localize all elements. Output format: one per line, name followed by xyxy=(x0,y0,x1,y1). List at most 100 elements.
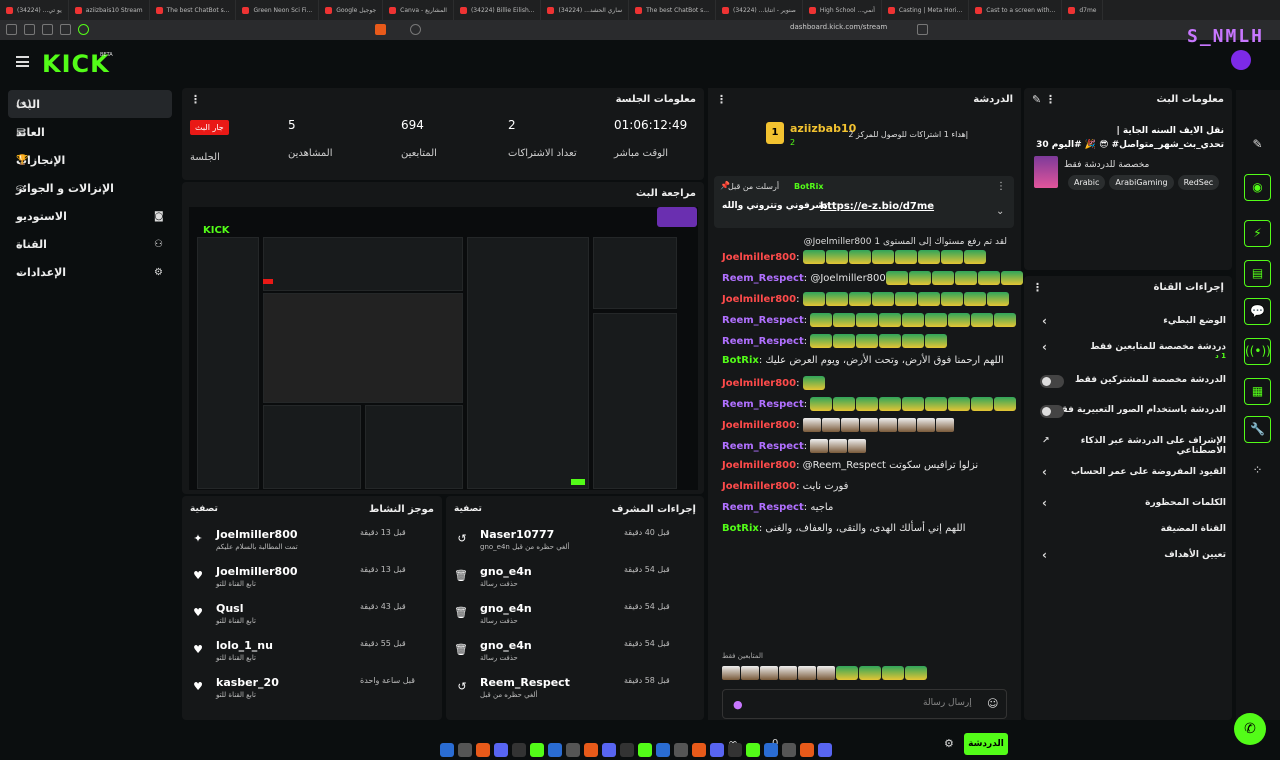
stream-tag[interactable]: Arabic xyxy=(1068,175,1106,190)
chat-message[interactable]: Reem_Respect: @Joelmiller800 xyxy=(722,271,1024,285)
taskbar-app-icon[interactable] xyxy=(692,742,706,757)
search-icon[interactable] xyxy=(410,24,421,35)
bolt-icon[interactable]: ⚡ xyxy=(1244,220,1271,247)
chat-username[interactable]: Reem_Respect xyxy=(722,441,804,452)
taskbar-app-icon[interactable] xyxy=(476,742,490,757)
taskbar-app-icon[interactable] xyxy=(584,742,598,757)
browser-tab[interactable]: Green Neon Sci Fi... xyxy=(236,0,320,20)
chat-username[interactable]: Reem_Respect xyxy=(722,273,804,284)
taskbar-app-icon[interactable] xyxy=(512,742,526,757)
browser-tab[interactable]: aziizbais10 Stream xyxy=(69,0,150,20)
chat-message[interactable]: Reem_Respect: xyxy=(722,439,867,453)
emoji-icon[interactable]: ☺ xyxy=(987,697,998,710)
channelactions-more-icon[interactable]: ⋮ xyxy=(1032,281,1043,294)
emote-icon[interactable] xyxy=(905,666,927,680)
browser-tab[interactable]: (34224) ‫ساري الحشد... xyxy=(541,0,630,20)
sidebar-item[interactable]: الإعدادات ⌄ ⚙ xyxy=(8,258,172,286)
broadcast-icon[interactable]: ((•)) xyxy=(1244,338,1271,365)
taskbar-app-icon[interactable] xyxy=(818,742,832,757)
stream-tag[interactable]: RedSec xyxy=(1177,175,1220,190)
camera-icon[interactable]: ◉ xyxy=(1244,174,1271,201)
dots-icon[interactable]: ⁘ xyxy=(1244,458,1271,485)
chat-more-icon[interactable]: ⋮ xyxy=(716,93,727,106)
toggle-switch[interactable] xyxy=(1040,405,1064,418)
browser-tab[interactable]: Casting | Meta Hori... xyxy=(882,0,970,20)
chat-message[interactable]: Joelmiller800: xyxy=(722,376,826,390)
taskbar-app-icon[interactable] xyxy=(566,742,580,757)
pinned-more-icon[interactable]: ⋮ xyxy=(996,181,1006,192)
more-icon[interactable]: ⋮ xyxy=(190,93,201,106)
emote-icon[interactable] xyxy=(859,666,881,680)
list-item[interactable]: ♥ Qusl تابع القناة للتو قبل 43 دقيقة xyxy=(182,596,442,633)
browser-tab[interactable]: High School ‫أنمي... xyxy=(803,0,882,20)
emote-icon[interactable] xyxy=(760,666,778,680)
chat-username[interactable]: Reem_Respect xyxy=(722,502,804,513)
mic-icon[interactable]: ● xyxy=(733,698,743,711)
chat-username[interactable]: Joelmiller800 xyxy=(722,481,796,492)
chevron-down-icon[interactable]: ⌄ xyxy=(996,206,1004,217)
taskbar-app-icon[interactable] xyxy=(620,742,634,757)
music-icon[interactable] xyxy=(6,24,17,35)
check-icon[interactable] xyxy=(78,24,89,35)
layout-icon[interactable]: ▦ xyxy=(1244,378,1271,405)
list-item[interactable]: ↺ Reem_Respect ألغي حظره من قبل قبل 58 دقيق… xyxy=(446,670,704,707)
taskbar-app-icon[interactable] xyxy=(530,742,544,757)
emote-icon[interactable] xyxy=(817,666,835,680)
emote-icon[interactable] xyxy=(741,666,759,680)
chat-message[interactable]: Joelmiller800: @Reem_Respect نزلوا ترافي… xyxy=(722,460,978,471)
bookmark-icon[interactable] xyxy=(917,24,928,35)
emote-icon[interactable] xyxy=(836,666,858,680)
chat-message[interactable]: Joelmiller800: xyxy=(722,292,1010,306)
chat-username[interactable]: Joelmiller800 xyxy=(722,378,796,389)
support-chat-icon[interactable]: ✆ xyxy=(1234,713,1266,745)
pinned-link[interactable]: https://e-z.bio/d7me xyxy=(820,201,934,212)
taskbar-app-icon[interactable] xyxy=(494,742,508,757)
chat-username[interactable]: Joelmiller800 xyxy=(722,294,796,305)
chat-username[interactable]: Reem_Respect xyxy=(722,399,804,410)
send-chat-button[interactable]: الدردشة xyxy=(964,733,1008,755)
list-item[interactable]: 🗑 gno_e4n حذفت رسالة قبل 54 دقيقة xyxy=(446,633,704,670)
browser-tab[interactable]: (34224) ‫يو تي... xyxy=(0,0,69,20)
wrench-icon[interactable]: 🔧 xyxy=(1244,416,1271,443)
chat-username[interactable]: Joelmiller800 xyxy=(722,252,796,263)
channel-action[interactable]: الوضع البطيء › xyxy=(1032,314,1226,328)
toggle-switch[interactable] xyxy=(1040,375,1064,388)
menu-icon[interactable] xyxy=(16,56,29,67)
sidebar-item[interactable]: الإنجازات 🏆 xyxy=(8,146,172,174)
chat-message[interactable]: Reem_Respect: xyxy=(722,334,948,348)
browser-tab[interactable]: The best ChatBot s... xyxy=(629,0,716,20)
channel-action[interactable]: القيود المفروضة على عمر الحساب › xyxy=(1032,465,1226,479)
leaderboard-user[interactable]: aziizbab10 xyxy=(790,122,856,135)
emote-icon[interactable] xyxy=(779,666,797,680)
chat-username[interactable]: BotRix xyxy=(722,523,759,534)
taskbar-app-icon[interactable] xyxy=(440,742,454,757)
brave-icon[interactable] xyxy=(375,24,386,35)
folder-icon[interactable] xyxy=(24,24,35,35)
stream-tag[interactable]: ArabiGaming xyxy=(1109,175,1174,190)
chat-message[interactable]: Joelmiller800: xyxy=(722,418,955,432)
list-item[interactable]: ♥ kasber_20 تابع القناة للتو قبل ساعة واحدة xyxy=(182,670,442,707)
category-thumbnail[interactable] xyxy=(1034,156,1058,188)
emote-bar[interactable] xyxy=(722,666,1007,682)
pencil-icon[interactable]: ✎ xyxy=(1244,132,1271,159)
list-item[interactable]: ↺ Naser10777 ألغي حظره من قبل gno_e4n قبل 4… xyxy=(446,522,704,559)
chat-username[interactable]: BotRix xyxy=(722,355,759,366)
taskbar-app-icon[interactable] xyxy=(656,742,670,757)
list-item[interactable]: ♥ Joelmiller800 تابع القناة للتو قبل 13 دقي… xyxy=(182,559,442,596)
taskbar-app-icon[interactable] xyxy=(800,742,814,757)
chat-input[interactable]: ● إرسال رسالة ☺ xyxy=(722,689,1007,719)
mod-filter[interactable]: تصفية xyxy=(454,504,482,514)
list-item[interactable]: 🗑 gno_e4n حذفت رسالة قبل 54 دقيقة xyxy=(446,596,704,633)
sidebar-item[interactable]: الإنزالات و الجوائز ⛀ xyxy=(8,174,172,202)
browser-tab[interactable]: Canva - ‫المشاريع xyxy=(383,0,454,20)
chat-icon[interactable]: 💬 xyxy=(1244,298,1271,325)
list-item[interactable]: ♥ lolo_1_nu تابع القناة للتو قبل 55 دقيقة xyxy=(182,633,442,670)
taskbar-app-icon[interactable] xyxy=(764,742,778,757)
emote-icon[interactable] xyxy=(798,666,816,680)
chat-username[interactable]: Reem_Respect xyxy=(722,315,804,326)
chat-message[interactable]: Reem_Respect: xyxy=(722,313,1017,327)
chat-message[interactable]: Reem_Respect: xyxy=(722,397,1017,411)
taskbar-app-icon[interactable] xyxy=(548,742,562,757)
channel-action[interactable]: الإشراف على الدردشة عبر الذكاء الاصطناعي… xyxy=(1032,436,1226,456)
channel-action[interactable]: الدردشة مخصصة للمشتركين فقط xyxy=(1032,375,1226,388)
